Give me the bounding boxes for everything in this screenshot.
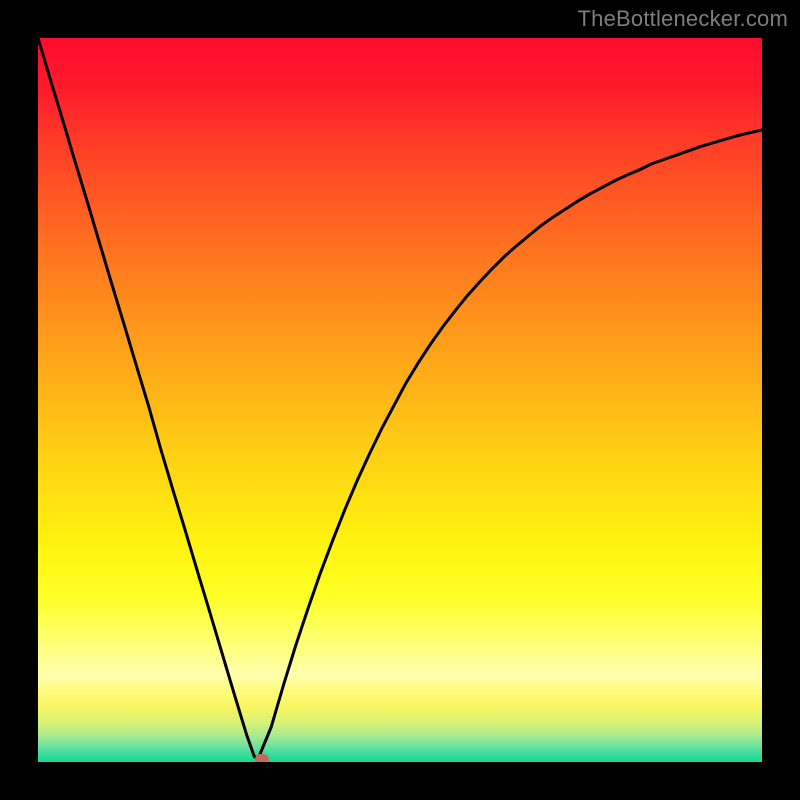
optimal-point-marker bbox=[255, 754, 269, 762]
plot-area bbox=[38, 38, 762, 762]
chart-frame: TheBottlenecker.com bbox=[0, 0, 800, 800]
bottleneck-curve bbox=[38, 38, 762, 762]
watermark-text: TheBottlenecker.com bbox=[578, 6, 788, 32]
